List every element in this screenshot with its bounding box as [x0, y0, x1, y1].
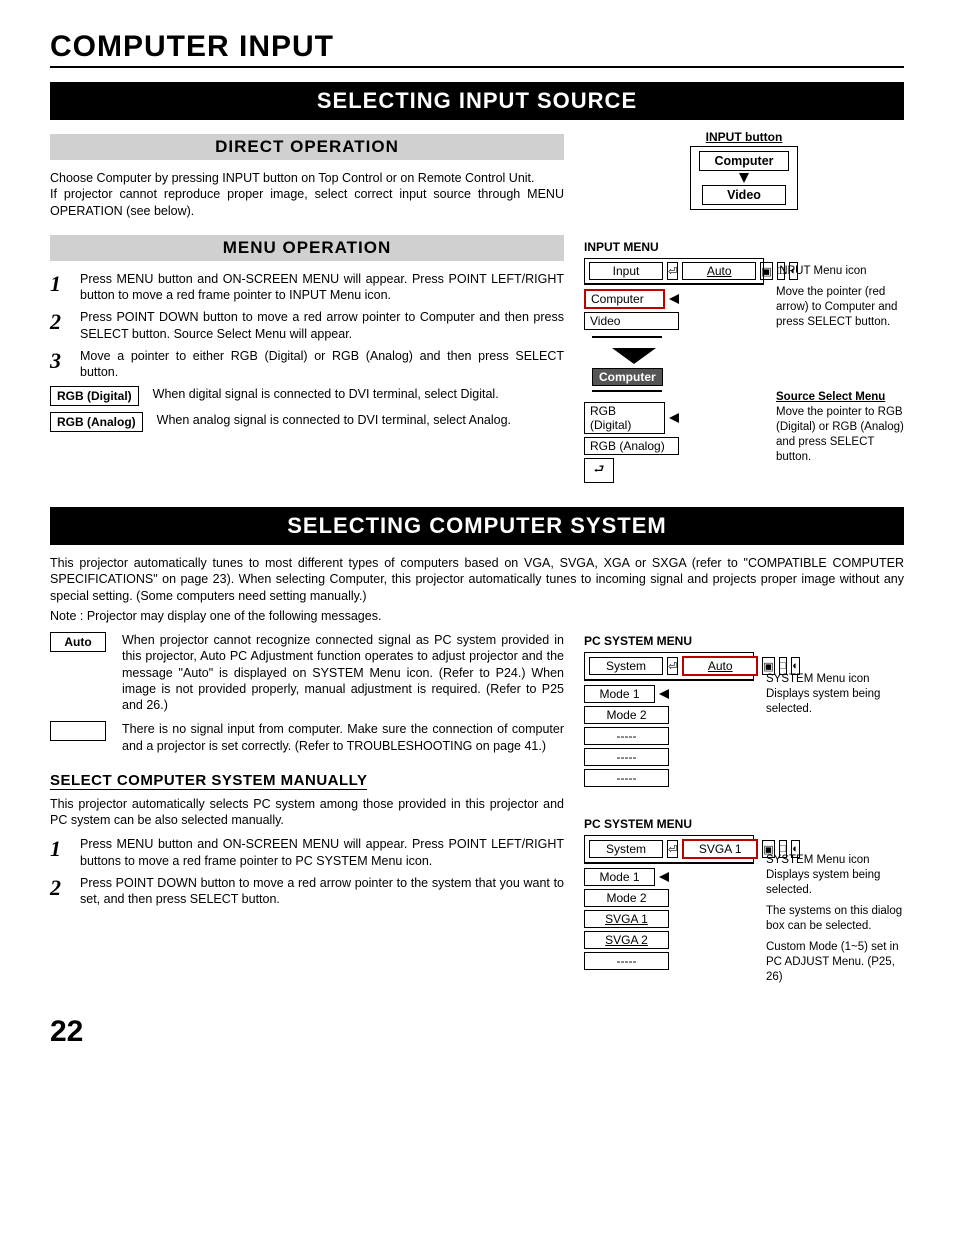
menu-item-computer: Computer	[584, 289, 665, 309]
mstep1-text: Press MENU button and ON-SCREEN MENU wil…	[80, 836, 564, 869]
mstep2-text: Press POINT DOWN button to move a red ar…	[80, 875, 564, 908]
input-menu-heading: INPUT MENU	[584, 240, 904, 254]
arrow-left-icon-4	[659, 872, 669, 882]
heading-menu-operation: MENU OPERATION	[50, 235, 564, 261]
arrow-left-icon-3	[659, 689, 669, 699]
input-menu-panel: Input ⏎ Auto ▣ □ ◐	[584, 258, 764, 285]
pc2-system-cell: System	[589, 840, 663, 858]
enter-icon: ⏎	[667, 262, 678, 280]
note-move-pointer: Move the pointer (red arrow) to Computer…	[776, 285, 904, 330]
pc2-mode1: Mode 1	[584, 868, 655, 886]
page-title: COMPUTER INPUT	[50, 30, 904, 68]
pc-dash-3: -----	[584, 769, 669, 787]
pc2-dash: -----	[584, 952, 669, 970]
auto-text: When projector cannot recognize connecte…	[122, 632, 564, 713]
mstep-number-1: 1	[50, 836, 70, 862]
pc-menu-panel-1: System ⏎ Auto ▣ □ ◐	[584, 652, 754, 681]
step3-text: Move a pointer to either RGB (Digital) o…	[80, 348, 564, 381]
pc2-svga2: SVGA 2	[584, 931, 669, 949]
menu-item-rgb-analog: RGB (Analog)	[584, 437, 679, 455]
menu-input-cell: Input	[589, 262, 663, 280]
direct-op-p1: Choose Computer by pressing INPUT button…	[50, 170, 564, 186]
blank-text: There is no signal input from computer. …	[122, 721, 564, 754]
enter-icon-3: ⏎	[667, 840, 678, 858]
banner-selecting-input-source: SELECTING INPUT SOURCE	[50, 82, 904, 120]
arrow-down-icon	[739, 173, 749, 183]
arrow-left-icon-2	[669, 413, 679, 423]
mstep-number-2: 2	[50, 875, 70, 901]
menu-auto-cell: Auto	[682, 262, 756, 280]
arrow-left-icon	[669, 294, 679, 304]
pc2-note1: SYSTEM Menu icon Displays system being s…	[766, 853, 904, 898]
manual-para: This projector automatically selects PC …	[50, 796, 564, 829]
pc-menu-panel-2: System ⏎ SVGA 1 ▣ □ ◐	[584, 835, 754, 864]
pc-mode2: Mode 2	[584, 706, 669, 724]
pc-dash-2: -----	[584, 748, 669, 766]
diag-video: Video	[702, 185, 786, 205]
step-number-3: 3	[50, 348, 70, 374]
sys-note: Note : Projector may display one of the …	[50, 608, 904, 624]
rgb-digital-label: RGB (Digital)	[50, 386, 139, 406]
menu-item-return-icon: ⮐	[584, 458, 614, 483]
pc2-note2: The systems on this dialog box can be se…	[766, 904, 904, 934]
pc-note1: SYSTEM Menu icon Displays system being s…	[766, 672, 904, 717]
sys-para: This projector automatically tunes to mo…	[50, 555, 904, 604]
big-arrow-down-icon	[612, 348, 656, 364]
note-source-select-title: Source Select Menu	[776, 391, 885, 403]
auto-label-box: Auto	[50, 632, 106, 652]
note-source-select-body: Move the pointer to RGB (Digital) or RGB…	[776, 405, 904, 465]
input-button-heading: INPUT button	[584, 130, 904, 144]
banner-selecting-computer-system: SELECTING COMPUTER SYSTEM	[50, 507, 904, 545]
computer-pill: Computer	[592, 368, 663, 386]
pc2-note3: Custom Mode (1~5) set in PC ADJUST Menu.…	[766, 940, 904, 985]
rgb-digital-text: When digital signal is connected to DVI …	[153, 386, 564, 402]
heading-direct-operation: DIRECT OPERATION	[50, 134, 564, 160]
pc-auto-cell: Auto	[682, 656, 758, 676]
page-number: 22	[50, 1015, 904, 1049]
step-number-2: 2	[50, 309, 70, 335]
pc2-mode2: Mode 2	[584, 889, 669, 907]
pc-system-cell: System	[589, 657, 663, 675]
menu-item-rgb-digital: RGB (Digital)	[584, 402, 665, 434]
step2-text: Press POINT DOWN button to move a red ar…	[80, 309, 564, 342]
pc-mode1: Mode 1	[584, 685, 655, 703]
pc-system-menu-label-1: PC SYSTEM MENU	[584, 634, 904, 648]
pc-dash-1: -----	[584, 727, 669, 745]
menu-item-video: Video	[584, 312, 679, 330]
enter-icon-2: ⏎	[667, 657, 678, 675]
heading-select-manual: SELECT COMPUTER SYSTEM MANUALLY	[50, 772, 367, 790]
rgb-analog-label: RGB (Analog)	[50, 412, 143, 432]
step1-text: Press MENU button and ON-SCREEN MENU wil…	[80, 271, 564, 304]
note-input-menu-icon: INPUT Menu icon	[776, 264, 904, 279]
menu-icon-1: ▣	[760, 262, 772, 280]
direct-op-p2: If projector cannot reproduce proper ima…	[50, 186, 564, 219]
diag-computer: Computer	[699, 151, 788, 171]
pc2-svga1-cell: SVGA 1	[682, 839, 758, 859]
input-button-diagram: INPUT button Computer Video	[584, 130, 904, 210]
pc-system-menu-label-2: PC SYSTEM MENU	[584, 817, 904, 831]
pc2-svga1: SVGA 1	[584, 910, 669, 928]
rgb-analog-text: When analog signal is connected to DVI t…	[157, 412, 564, 428]
step-number-1: 1	[50, 271, 70, 297]
